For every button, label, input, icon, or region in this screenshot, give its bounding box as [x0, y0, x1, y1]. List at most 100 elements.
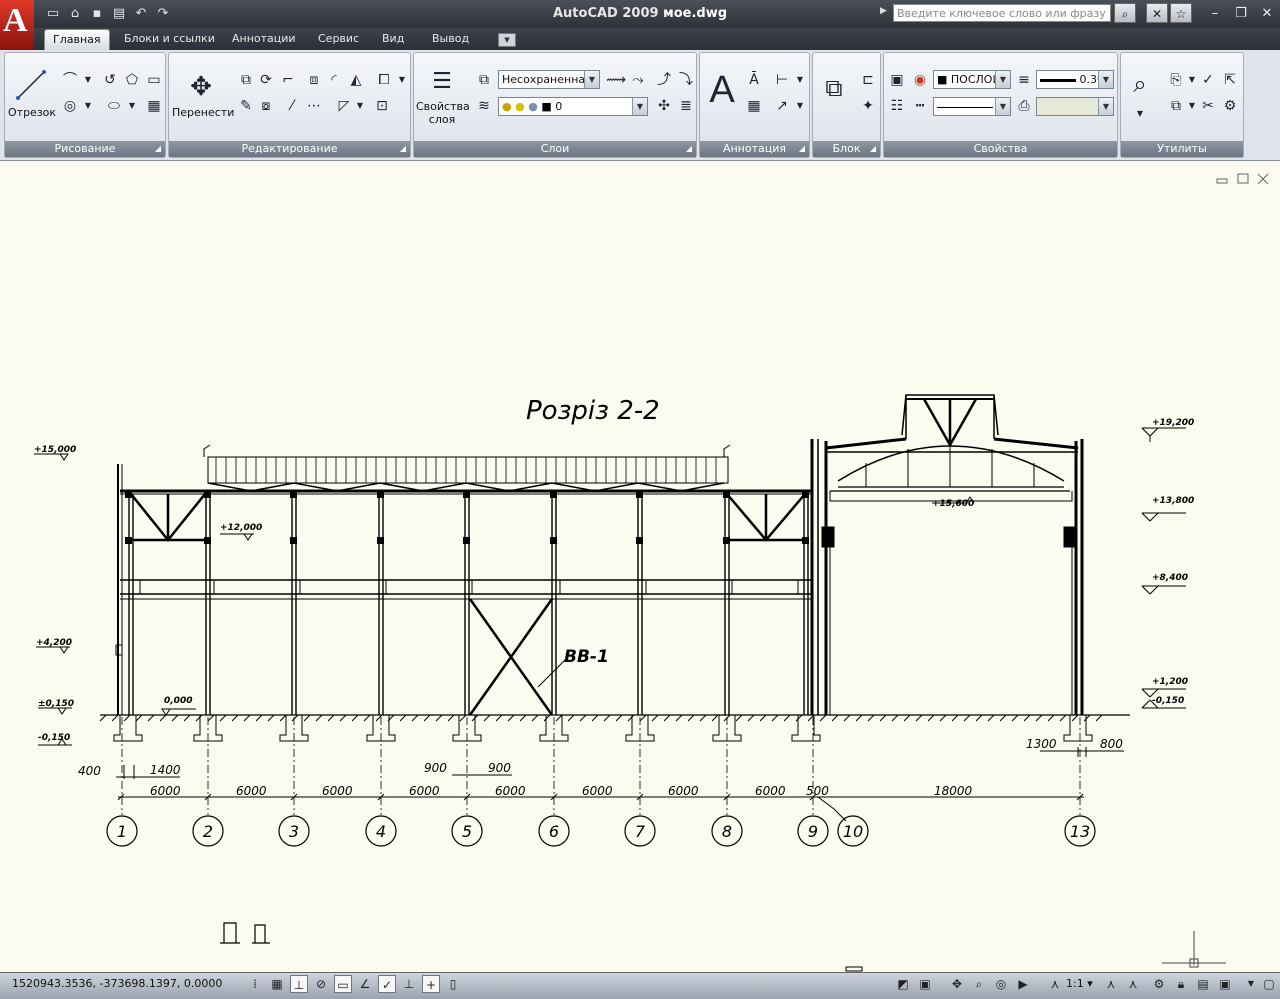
layer-unisolate-icon[interactable]: ⤵: [676, 70, 696, 90]
panel-utilities-title[interactable]: Утилиты: [1121, 141, 1243, 157]
cursor-coordinates[interactable]: 1520943.3536, -373698.1397, 0.0000: [12, 977, 222, 990]
pan-icon[interactable]: ✥: [948, 975, 966, 993]
copy-icon[interactable]: ⧉: [236, 70, 256, 90]
tab-blocks-refs[interactable]: Блоки и ссылки: [116, 29, 223, 49]
toolbar-lock-icon[interactable]: 🔒︎: [1172, 975, 1190, 993]
tab-home[interactable]: Главная: [44, 29, 110, 50]
steering-wheel-icon[interactable]: ◎: [992, 975, 1010, 993]
layer-walk-icon[interactable]: ≋: [474, 96, 494, 116]
list-properties-icon[interactable]: ☷: [887, 96, 907, 116]
polar-tracking-icon[interactable]: ▭: [334, 975, 352, 993]
annotation-scale-icon[interactable]: ⋏: [1046, 975, 1064, 993]
rotate-icon[interactable]: ⟳: [256, 70, 276, 90]
zoom-dropdown-icon[interactable]: ▼: [1130, 104, 1150, 124]
join-icon[interactable]: ⋯: [304, 96, 324, 116]
plot-style-combo[interactable]: ▼: [1036, 97, 1114, 116]
tab-view[interactable]: Вид: [374, 29, 412, 49]
cut-icon[interactable]: ✂: [1198, 96, 1218, 116]
zoom-extents-icon[interactable]: ⌕: [1124, 68, 1156, 100]
leader-icon[interactable]: ↗: [772, 96, 792, 116]
close-icon[interactable]: ✕: [1256, 4, 1278, 24]
layer-isolate-icon[interactable]: ⤴: [654, 70, 674, 90]
circle-icon[interactable]: ◎: [60, 96, 80, 116]
search-expand-icon[interactable]: ▶: [880, 6, 887, 16]
layout-icon[interactable]: ▣: [916, 975, 934, 993]
create-block-icon[interactable]: ⊏: [858, 70, 878, 90]
select-similar-icon[interactable]: ⇱: [1220, 70, 1240, 90]
color-combo[interactable]: ■ ПОСЛОЙ ▼: [933, 70, 1011, 89]
layer-state-icon[interactable]: ⧉: [474, 70, 494, 90]
match-properties-icon[interactable]: ▣: [887, 70, 907, 90]
tab-annotate[interactable]: Аннотации: [224, 29, 304, 49]
single-line-text-icon[interactable]: Ā: [744, 70, 764, 90]
layer-match-icon[interactable]: ⟿: [606, 70, 626, 90]
application-menu-button[interactable]: A: [0, 0, 34, 50]
linetype-combo[interactable]: ▼: [933, 97, 1011, 116]
mirror-icon[interactable]: ⧈: [304, 70, 324, 90]
layer-off-icon[interactable]: ≣: [676, 96, 696, 116]
auto-scale-icon[interactable]: ⋏: [1124, 975, 1142, 993]
tab-output[interactable]: Вывод: [424, 29, 477, 49]
erase-pencil-icon[interactable]: ✎: [236, 96, 256, 116]
drawing-canvas[interactable]: Розріз 2-2 ВВ-1 +15,000 +12,000 +4,200 ±…: [0, 160, 1280, 973]
infer-constraints-icon[interactable]: ⁞: [246, 975, 264, 993]
lineweight-combo[interactable]: 0.30 ▼: [1036, 70, 1114, 89]
trim-icon[interactable]: ⌐: [278, 70, 298, 90]
dimension-dropdown-icon[interactable]: ▼: [790, 70, 810, 90]
ribbon-minimize-button[interactable]: ▼: [498, 33, 516, 47]
viewport-restore-icon[interactable]: [1237, 173, 1249, 184]
break-icon[interactable]: ⁄: [282, 96, 302, 116]
array-icon[interactable]: ⧠: [374, 70, 394, 90]
polyline-dropdown-icon[interactable]: ▼: [78, 70, 98, 90]
color-wheel-icon[interactable]: ◉: [910, 70, 930, 90]
linetype-icon[interactable]: ┅: [910, 96, 930, 116]
layer-combo[interactable]: ● ● ● ■ 0 ▼: [498, 97, 648, 116]
showmotion-icon[interactable]: ▶: [1014, 975, 1032, 993]
layer-properties-icon[interactable]: ☰: [426, 66, 458, 98]
multiline-text-icon[interactable]: A: [704, 66, 740, 114]
zoom-icon[interactable]: ⌕: [970, 975, 988, 993]
model-space-icon[interactable]: ◩: [894, 975, 912, 993]
dynamic-ucs-icon[interactable]: ⊥: [400, 975, 418, 993]
panel-properties-title[interactable]: Свойства: [884, 141, 1117, 157]
isolate-objects-icon[interactable]: ▤: [1194, 975, 1212, 993]
insert-block-icon[interactable]: ⧉: [818, 72, 850, 104]
annotation-visibility-icon[interactable]: ⋏: [1102, 975, 1120, 993]
grid-display-icon[interactable]: ⊥: [290, 975, 308, 993]
scale-icon[interactable]: ⧇: [256, 96, 276, 116]
communication-center-icon[interactable]: ✕: [1146, 3, 1168, 23]
rotate-arc-icon[interactable]: ↺: [100, 70, 120, 90]
stretch-icon[interactable]: ◭: [346, 70, 366, 90]
panel-modify-title[interactable]: Редактирование ◢: [169, 141, 410, 157]
move-icon[interactable]: ✥: [184, 70, 218, 104]
linear-dimension-icon[interactable]: ⊢: [772, 70, 792, 90]
lineweight-toggle-icon[interactable]: ▯: [444, 975, 462, 993]
polyline-icon[interactable]: ⌒: [60, 70, 80, 90]
layer-freeze-icon[interactable]: ✣: [654, 96, 674, 116]
status-menu-icon[interactable]: ▼: [1242, 975, 1260, 993]
rectangle-icon[interactable]: ▭: [144, 70, 164, 90]
panel-layers-title[interactable]: Слои ◢: [414, 141, 696, 157]
fillet-icon[interactable]: ◜: [324, 70, 344, 90]
workspace-switching-icon[interactable]: ⚙: [1150, 975, 1168, 993]
object-snap-icon[interactable]: ∠: [356, 975, 374, 993]
hatch-icon[interactable]: ▦: [144, 96, 164, 116]
restore-icon[interactable]: ❐: [1230, 4, 1252, 24]
viewport-minimize-icon[interactable]: [1216, 178, 1228, 184]
table-icon[interactable]: ▦: [744, 96, 764, 116]
minimize-icon[interactable]: –: [1204, 4, 1226, 24]
viewport-close-icon[interactable]: [1257, 173, 1269, 185]
snap-mode-icon[interactable]: ▦: [268, 975, 286, 993]
measure-icon[interactable]: ⚙: [1220, 96, 1240, 116]
ellipse-icon[interactable]: ⬭: [104, 96, 124, 116]
line-tool-button[interactable]: [14, 68, 48, 102]
plot-style-icon[interactable]: ⎙: [1014, 96, 1034, 116]
leader-dropdown-icon[interactable]: ▼: [790, 96, 810, 116]
explode-icon[interactable]: ⊡: [372, 96, 392, 116]
ortho-mode-icon[interactable]: ⊘: [312, 975, 330, 993]
search-input[interactable]: Введите ключевое слово или фразу: [893, 4, 1111, 22]
circle-dropdown-icon[interactable]: ▼: [78, 96, 98, 116]
dynamic-input-icon[interactable]: +: [422, 975, 440, 993]
search-icon[interactable]: ⌕: [1114, 3, 1136, 23]
layer-previous-icon[interactable]: ⤳: [628, 70, 648, 90]
